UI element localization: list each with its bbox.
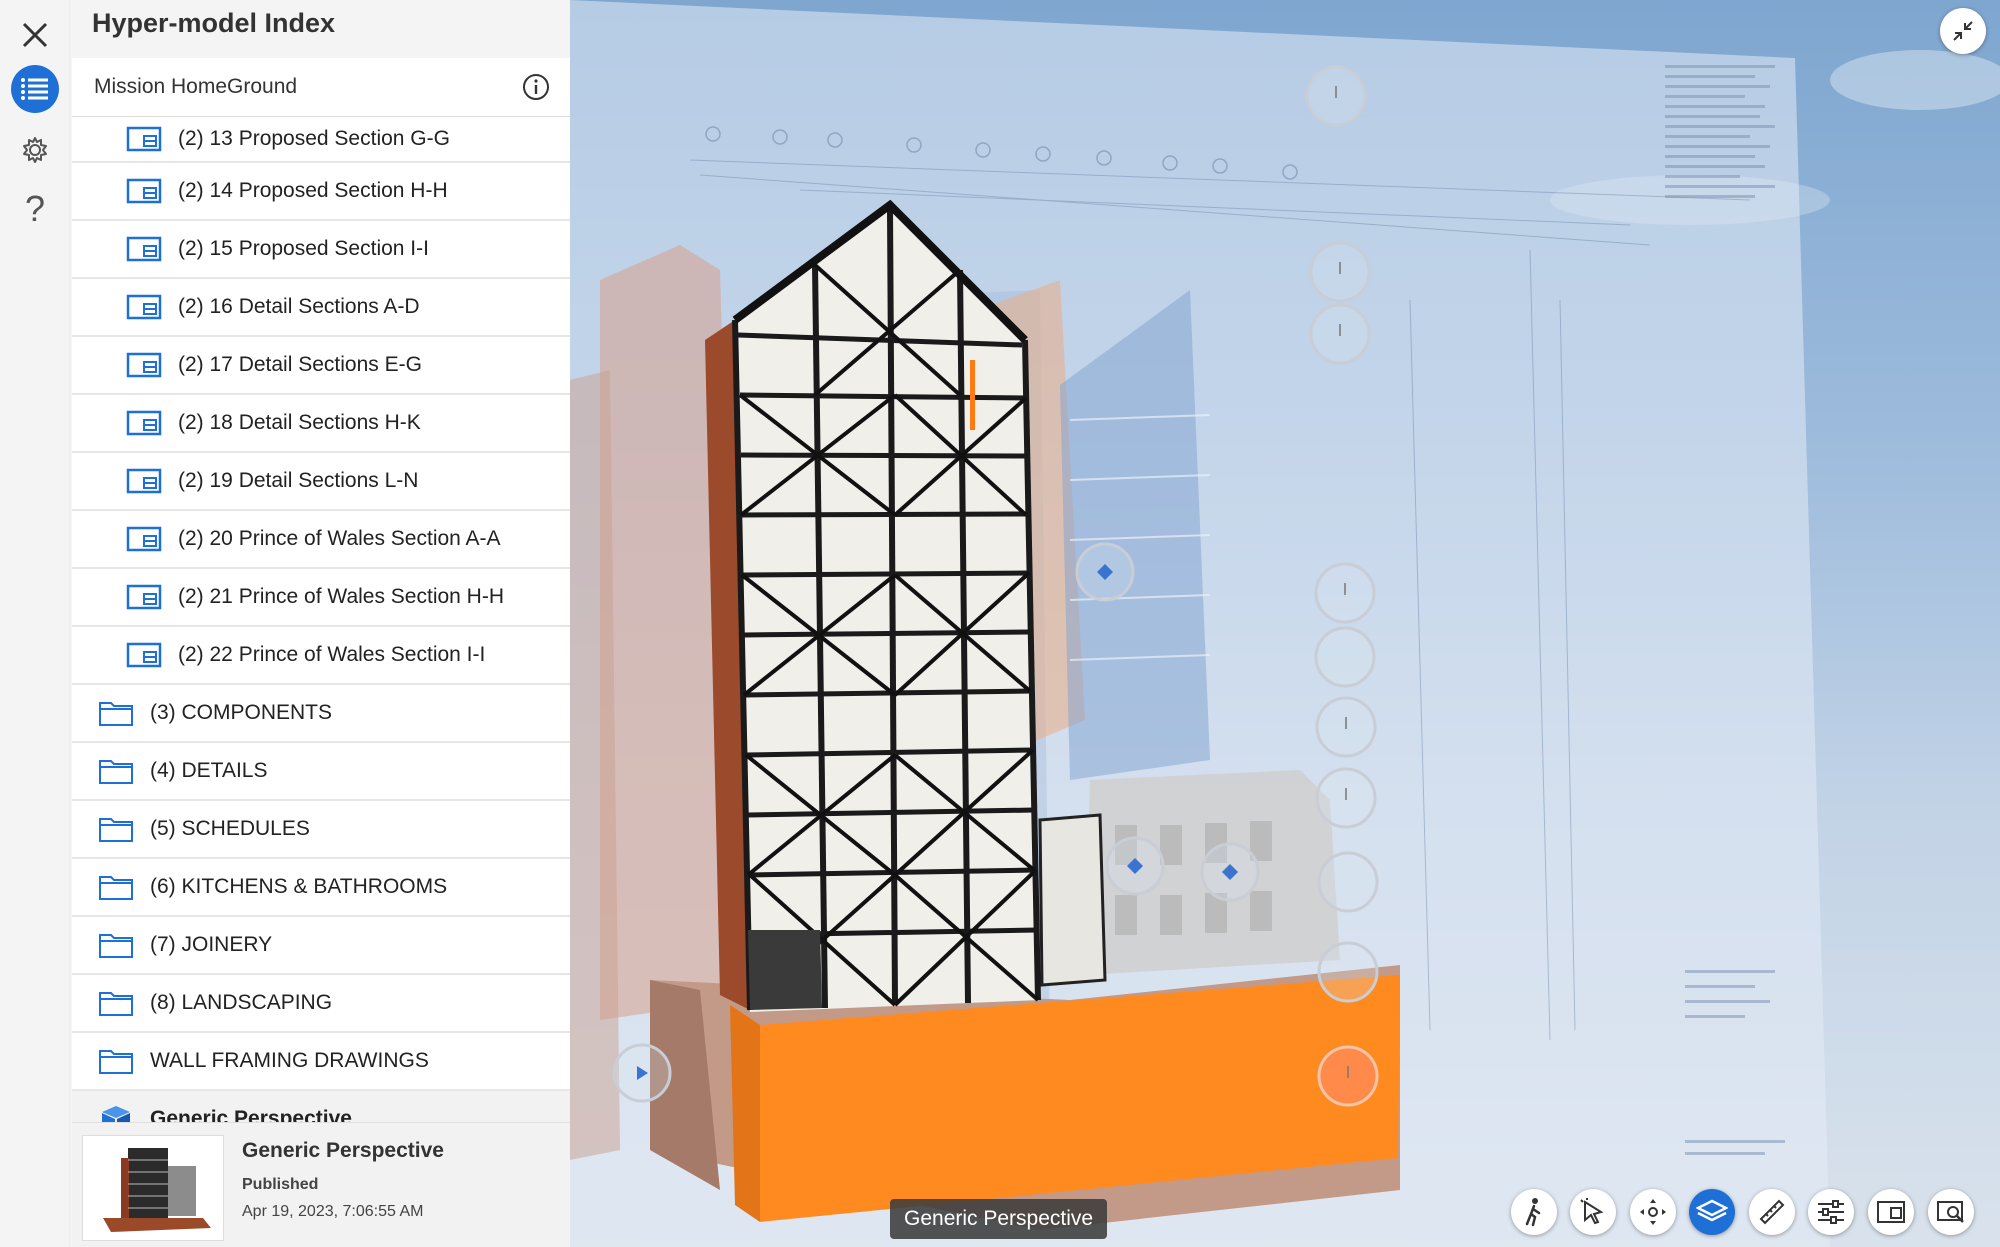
folder-label: WALL FRAMING DRAWINGS xyxy=(150,1049,429,1072)
sheet-icon xyxy=(126,294,162,320)
index-list: (2) 13 Proposed Section G-G (2) 14 Propo… xyxy=(72,117,570,1149)
project-name: Mission HomeGround xyxy=(94,75,298,98)
view-detail-card[interactable]: Generic Perspective Published Apr 19, 20… xyxy=(72,1122,570,1247)
sheet-icon xyxy=(126,178,162,204)
help-icon[interactable]: ? xyxy=(8,182,62,236)
view-detail-title: Generic Perspective xyxy=(242,1139,444,1162)
navigate-icon[interactable] xyxy=(1630,1189,1676,1235)
panel-title: Hyper-model Index xyxy=(92,8,336,38)
model-scene[interactable] xyxy=(570,0,2000,1247)
folder-icon xyxy=(99,1050,133,1074)
info-icon[interactable] xyxy=(522,73,550,101)
folder-label: (4) DETAILS xyxy=(150,759,268,782)
list-item[interactable]: (2) 19 Detail Sections L-N xyxy=(72,453,570,511)
folder-label: (3) COMPONENTS xyxy=(150,701,333,724)
list-item-label: (2) 14 Proposed Section H-H xyxy=(178,179,448,202)
index-card: Mission HomeGround (2) 13 Proposed Secti… xyxy=(72,58,570,1247)
sheet-icon xyxy=(126,410,162,436)
list-item-label: (2) 22 Prince of Wales Section I-I xyxy=(178,643,486,666)
folder-icon xyxy=(99,992,133,1016)
sheet-view-icon[interactable] xyxy=(1868,1189,1914,1235)
folder-item[interactable]: (4) DETAILS xyxy=(72,743,570,801)
left-rail: ? xyxy=(0,0,70,1247)
folder-label: (6) KITCHENS & BATHROOMS xyxy=(150,875,448,898)
sheet-icon xyxy=(126,236,162,262)
gear-icon[interactable] xyxy=(8,123,62,177)
list-icon[interactable] xyxy=(11,65,59,113)
collapse-icon[interactable] xyxy=(1940,8,1986,54)
folder-item[interactable]: (6) KITCHENS & BATHROOMS xyxy=(72,859,570,917)
close-icon[interactable] xyxy=(8,8,62,62)
folder-item[interactable]: (5) SCHEDULES xyxy=(72,801,570,859)
status-badge: Published xyxy=(242,1176,319,1193)
list-item-label: (2) 18 Detail Sections H-K xyxy=(178,411,421,434)
sheet-icon xyxy=(126,584,162,610)
folder-item[interactable]: (3) COMPONENTS xyxy=(72,685,570,743)
list-item-label: (2) 13 Proposed Section G-G xyxy=(178,127,450,150)
list-item[interactable]: (2) 22 Prince of Wales Section I-I xyxy=(72,627,570,685)
sheet-icon xyxy=(126,526,162,552)
folder-label: (7) JOINERY xyxy=(150,933,273,956)
3d-viewport[interactable]: Generic Perspective xyxy=(570,0,2000,1247)
select-icon[interactable] xyxy=(1570,1189,1616,1235)
folder-icon xyxy=(99,934,133,958)
list-item[interactable]: (2) 21 Prince of Wales Section H-H xyxy=(72,569,570,627)
folder-icon xyxy=(99,760,133,784)
list-item[interactable]: (2) 18 Detail Sections H-K xyxy=(72,395,570,453)
walk-icon[interactable] xyxy=(1511,1189,1557,1235)
folder-item[interactable]: (7) JOINERY xyxy=(72,917,570,975)
list-item[interactable]: (2) 16 Detail Sections A-D xyxy=(72,279,570,337)
folder-label: (8) LANDSCAPING xyxy=(150,991,333,1014)
list-item-label: (2) 19 Detail Sections L-N xyxy=(178,469,419,492)
folder-item[interactable]: WALL FRAMING DRAWINGS xyxy=(72,1033,570,1091)
list-item-label: (2) 16 Detail Sections A-D xyxy=(178,295,420,318)
list-item[interactable]: (2) 17 Detail Sections E-G xyxy=(72,337,570,395)
folder-icon xyxy=(99,702,133,726)
zoom-view-icon[interactable] xyxy=(1928,1189,1974,1235)
view-thumbnail xyxy=(82,1135,224,1241)
sheets-icon[interactable] xyxy=(1689,1189,1735,1235)
sheet-icon xyxy=(126,352,162,378)
list-item-label: (2) 17 Detail Sections E-G xyxy=(178,353,422,376)
sheet-icon xyxy=(126,642,162,668)
hyper-model-index-panel: Hyper-model Index Mission HomeGround (2)… xyxy=(70,0,570,1247)
view-name-label: Generic Perspective xyxy=(890,1199,1108,1239)
list-item[interactable]: (2) 20 Prince of Wales Section A-A xyxy=(72,511,570,569)
list-item[interactable]: (2) 15 Proposed Section I-I xyxy=(72,221,570,279)
folder-icon xyxy=(99,876,133,900)
list-item-label: (2) 20 Prince of Wales Section A-A xyxy=(178,527,501,550)
list-item[interactable]: (2) 14 Proposed Section H-H xyxy=(72,163,570,221)
published-timestamp: Apr 19, 2023, 7:06:55 AM xyxy=(242,1203,424,1220)
sheet-icon xyxy=(126,126,162,152)
folder-item[interactable]: (8) LANDSCAPING xyxy=(72,975,570,1033)
folder-icon xyxy=(99,818,133,842)
measure-icon[interactable] xyxy=(1749,1189,1795,1235)
project-header[interactable]: Mission HomeGround xyxy=(72,58,570,117)
list-item[interactable]: (2) 13 Proposed Section G-G xyxy=(72,117,570,163)
folder-label: (5) SCHEDULES xyxy=(150,817,310,840)
sheet-icon xyxy=(126,468,162,494)
list-item-label: (2) 21 Prince of Wales Section H-H xyxy=(178,585,505,608)
settings-sliders-icon[interactable] xyxy=(1808,1189,1854,1235)
list-item-label: (2) 15 Proposed Section I-I xyxy=(178,237,429,260)
